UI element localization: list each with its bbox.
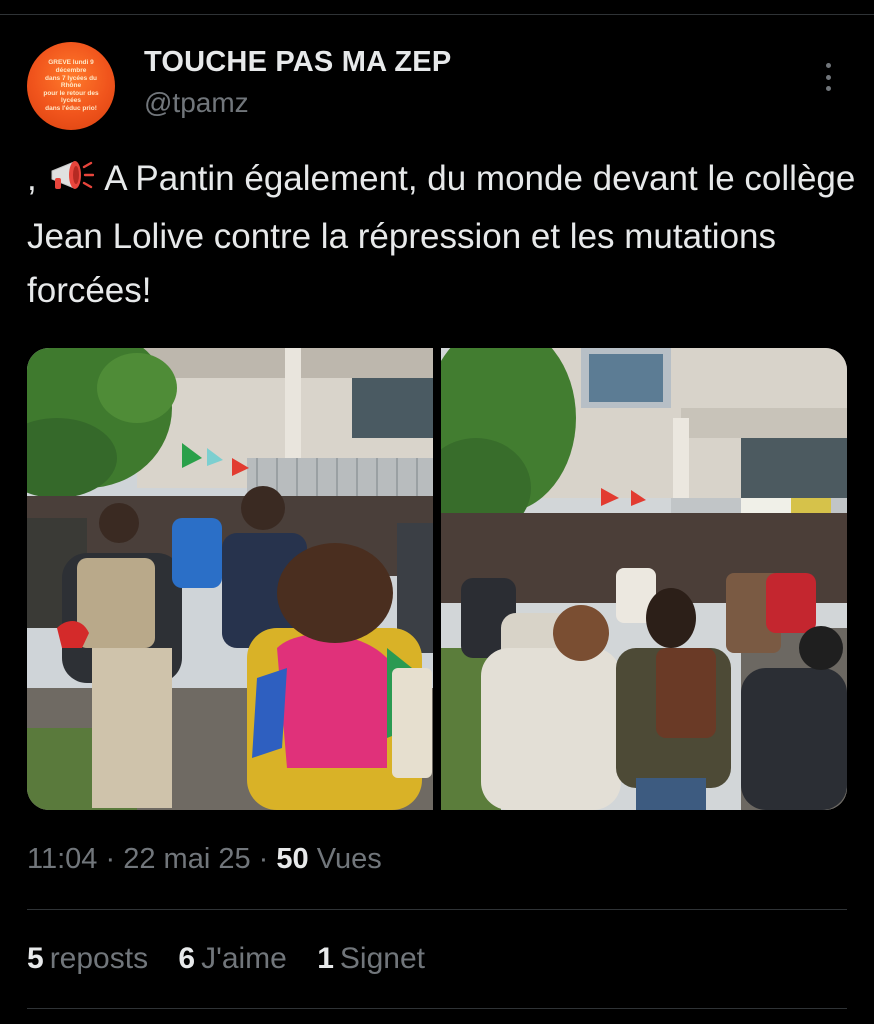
meta-separator: ·: [105, 843, 116, 875]
photo-1[interactable]: [27, 348, 433, 810]
reposts-stat[interactable]: 5 reposts: [27, 942, 148, 976]
tweet-text: , A Pantin également, du monde devant le…: [27, 152, 857, 318]
media-grid: [27, 348, 847, 810]
display-name[interactable]: TOUCHE PAS MA ZEP: [144, 46, 451, 79]
user-handle[interactable]: @tpamz: [144, 87, 249, 119]
views-count: 50: [276, 843, 309, 875]
tweet-body: A Pantin également, du monde devant le c…: [27, 159, 856, 310]
bookmarks-count: 1: [317, 942, 334, 975]
more-options-icon[interactable]: [818, 60, 838, 94]
views-label: Vues: [316, 843, 382, 875]
divider: [27, 1008, 847, 1009]
bookmarks-label: Signet: [339, 942, 425, 975]
likes-label: J'aime: [201, 942, 287, 975]
tweet-prefix: ,: [27, 159, 37, 198]
avatar-text: GREVE lundi 9 décembre dans 7 lycées du …: [43, 59, 99, 112]
tweet-date: 22 mai 25: [123, 843, 251, 875]
tweet-time: 11:04: [27, 843, 98, 875]
photo-2[interactable]: [441, 348, 847, 810]
bookmarks-stat[interactable]: 1 Signet: [317, 942, 425, 976]
meta-separator: ·: [258, 843, 269, 875]
divider: [27, 909, 847, 910]
reposts-count: 5: [27, 942, 44, 975]
avatar[interactable]: GREVE lundi 9 décembre dans 7 lycées du …: [27, 42, 115, 130]
reposts-label: reposts: [49, 942, 149, 975]
engagement-stats: 5 reposts 6 J'aime 1 Signet: [27, 942, 447, 976]
likes-stat[interactable]: 6 J'aime: [178, 942, 286, 976]
likes-count: 6: [178, 942, 196, 975]
tweet-meta: 11:04 · 22 mai 25 · 50 Vues: [27, 843, 382, 876]
megaphone-icon: [48, 156, 95, 210]
top-divider: [0, 14, 874, 15]
